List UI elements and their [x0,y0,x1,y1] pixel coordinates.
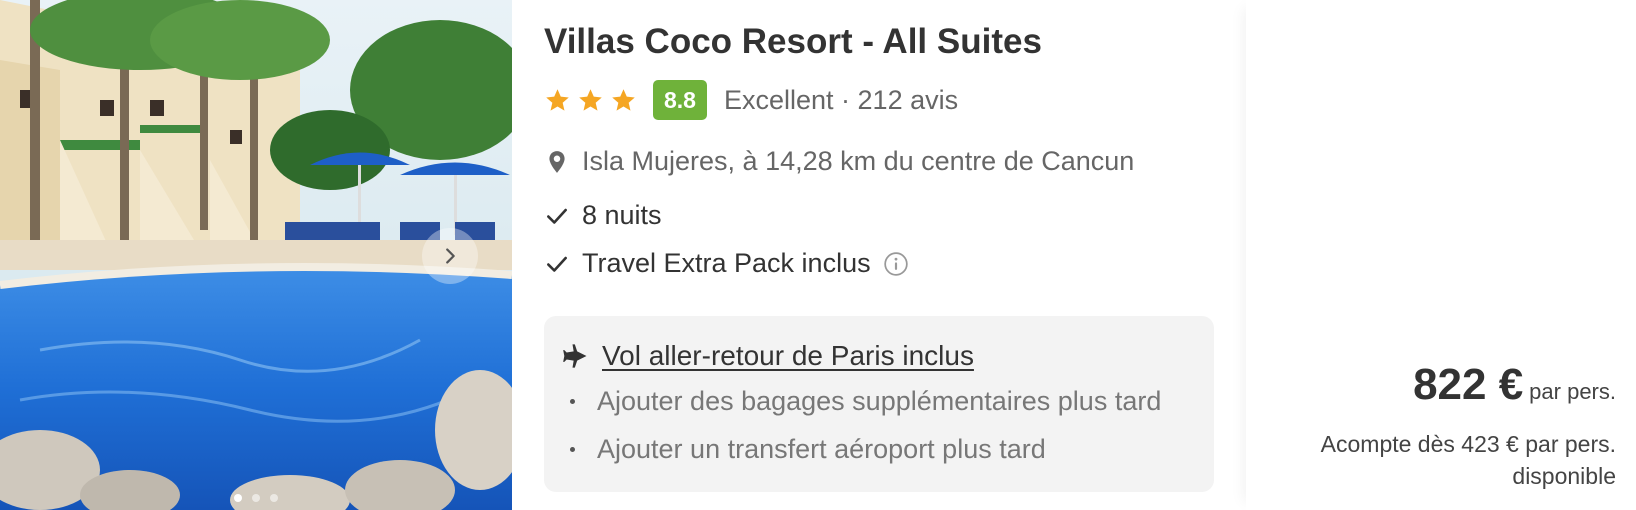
star-icon [612,88,635,111]
flight-option-label: Ajouter des bagages supplémentaires plus… [597,386,1162,416]
hotel-title[interactable]: Villas Coco Resort - All Suites [544,22,1042,62]
flight-header: Vol aller-retour de Paris inclus [562,340,974,372]
feature-nights-label: 8 nuits [582,200,662,230]
price-block[interactable]: 822 € par pers. [1413,360,1616,410]
flight-link[interactable]: Vol aller-retour de Paris inclus [602,340,974,372]
star-icon [579,88,602,111]
check-icon [544,203,570,229]
carousel-next-button[interactable] [422,228,478,284]
carousel-dots [0,494,512,502]
check-icon [544,251,570,277]
rating-row: 8.8 Excellent · 212 avis [544,80,958,120]
flight-option: Ajouter des bagages supplémentaires plus… [570,386,1161,417]
location-text: Isla Mujeres, à 14,28 km du centre de Ca… [582,146,1135,176]
review-summary[interactable]: Excellent · 212 avis [724,85,958,116]
feature-pack-label: Travel Extra Pack inclus [582,248,871,278]
hotel-photo[interactable] [0,0,512,510]
feature-nights: 8 nuits [544,200,662,231]
carousel-dot[interactable] [234,494,242,502]
flight-option: Ajouter un transfert aéroport plus tard [570,434,1046,465]
info-icon[interactable] [883,251,909,277]
hotel-stars [544,87,637,114]
deposit-text: Acompte dès 423 € par pers. disponible [1320,431,1616,489]
location-row: Isla Mujeres, à 14,28 km du centre de Ca… [544,146,1134,177]
review-score-badge: 8.8 [653,80,707,120]
flight-info-box: Vol aller-retour de Paris inclus Ajouter… [544,316,1214,492]
carousel-dot[interactable] [270,494,278,502]
bullet-dot [570,447,575,452]
carousel-dot[interactable] [252,494,260,502]
flight-option-label: Ajouter un transfert aéroport plus tard [597,434,1046,464]
feature-pack: Travel Extra Pack inclus [544,248,909,279]
star-icon [546,88,569,111]
location-pin-icon [544,149,570,175]
bullet-dot [570,399,575,404]
price-unit: par pers. [1529,379,1616,404]
plane-icon [563,344,587,368]
price-amount: 822 € [1413,360,1524,409]
price-panel: 822 € par pers. Acompte dès 423 € par pe… [1246,0,1636,510]
chevron-right-icon [446,248,455,264]
